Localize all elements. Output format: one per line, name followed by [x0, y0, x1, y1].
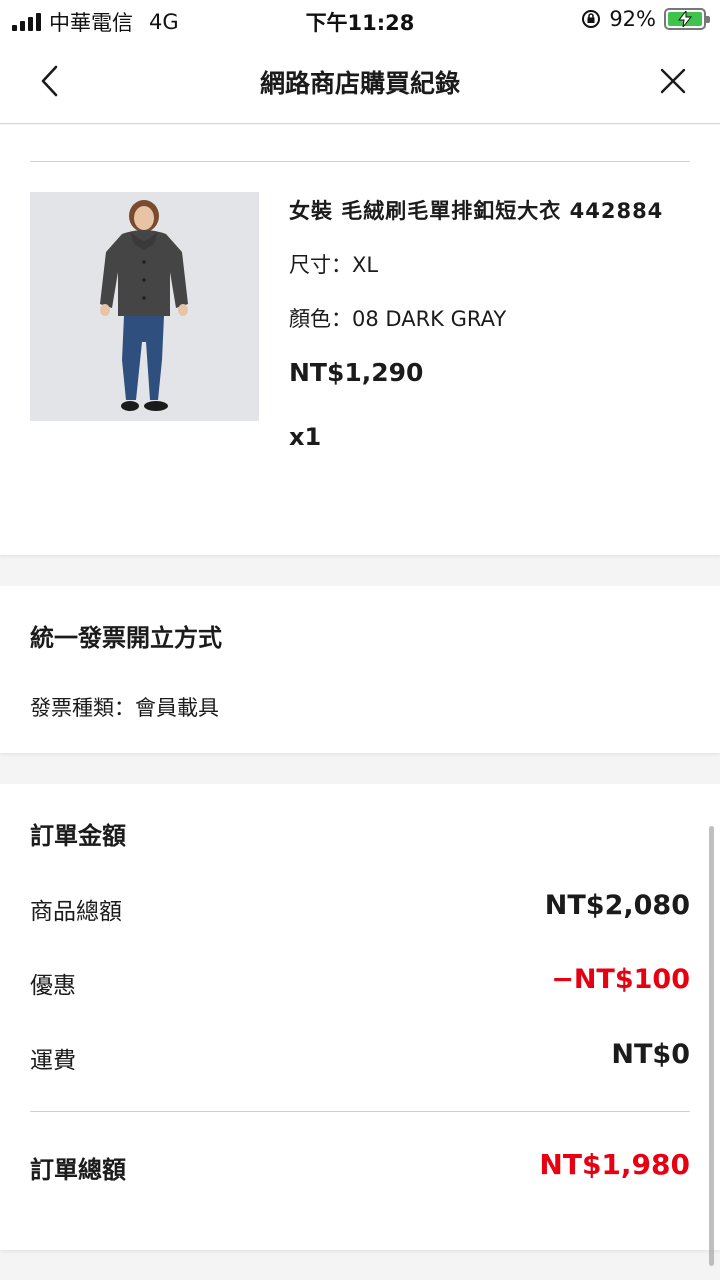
order-amount-card: 訂單金額 商品總額 NT$2,080 優惠 −NT$100 運費 NT$0 訂單… [0, 784, 720, 1250]
product-quantity: x1 [289, 423, 322, 451]
order-total-row: 訂單總額 NT$1,980 [30, 1146, 690, 1186]
product-image[interactable] [30, 192, 259, 421]
shipping-value: NT$0 [611, 1039, 690, 1070]
product-name[interactable]: 女裝 毛絨刷毛單排釦短大衣 442884 [289, 193, 690, 229]
status-bar: 中華電信 4G 下午11:28 92% [0, 0, 720, 40]
charging-bolt-icon [678, 11, 692, 27]
battery-icon [664, 8, 710, 30]
shipping-label: 運費 [30, 1048, 76, 1074]
discount-row: 優惠 −NT$100 [30, 962, 690, 1002]
product-photo-illustration [30, 192, 259, 421]
order-total-value: NT$1,980 [539, 1148, 690, 1181]
invoice-card: 統一發票開立方式 發票種類：會員載具 [0, 586, 720, 753]
invoice-type: 發票種類：會員載具 [30, 696, 219, 720]
discount-label: 優惠 [30, 973, 76, 999]
discount-value: −NT$100 [551, 964, 690, 995]
product-size: 尺寸：XL [289, 253, 379, 277]
invoice-section-title: 統一發票開立方式 [30, 624, 222, 652]
divider [30, 161, 690, 162]
close-icon[interactable] [658, 66, 688, 96]
order-total-label: 訂單總額 [30, 1156, 126, 1184]
subtotal-row: 商品總額 NT$2,080 [30, 888, 690, 928]
divider [30, 1111, 690, 1112]
product-color: 顏色：08 DARK GRAY [289, 307, 507, 331]
shipping-row: 運費 NT$0 [30, 1037, 690, 1077]
subtotal-label: 商品總額 [30, 899, 122, 925]
subtotal-value: NT$2,080 [544, 890, 690, 921]
page-header: 網路商店購買紀錄 [0, 40, 720, 124]
product-price: NT$1,290 [289, 358, 424, 387]
page-title: 網路商店購買紀錄 [259, 69, 460, 98]
status-right: 92% [581, 7, 710, 31]
battery-percent: 92% [609, 7, 656, 31]
product-info: 女裝 毛絨刷毛單排釦短大衣 442884 尺寸：XL 顏色：08 DARK GR… [289, 193, 690, 455]
rotation-lock-icon [582, 10, 601, 28]
order-section-title: 訂單金額 [30, 822, 126, 850]
product-card: 女裝 毛絨刷毛單排釦短大衣 442884 尺寸：XL 顏色：08 DARK GR… [0, 125, 720, 555]
scrollbar[interactable] [709, 826, 714, 1266]
